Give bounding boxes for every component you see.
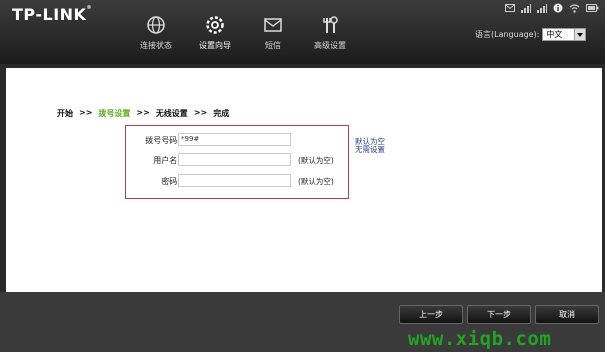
prev-button[interactable]: 上一步 [399, 305, 463, 324]
nav-sms[interactable]: 短信 [243, 14, 303, 51]
info-icon[interactable] [553, 3, 563, 13]
dial-number-input[interactable]: *99# [178, 133, 291, 146]
wifi-icon [569, 3, 580, 13]
tools-icon [323, 16, 338, 33]
mail-icon [505, 4, 515, 12]
globe-icon [147, 16, 165, 34]
form-row-password: 密码: (默认为空) [126, 174, 350, 188]
main-panel: 开始 >> 拨号设置 >> 无线设置 >> 完成 拨号号码: *99# 用户名:… [6, 68, 602, 292]
dial-number-label: 拨号号码: [145, 136, 180, 145]
nav-label: 短信 [265, 41, 281, 50]
battery-icon [586, 4, 599, 12]
envelope-icon [264, 18, 282, 32]
form-row-username: 用户名: (默认为空) [126, 153, 350, 167]
language-label: 语言(Language): [475, 30, 540, 39]
username-label: 用户名: [153, 156, 180, 165]
watermark: www.xiqb.com [408, 328, 552, 350]
dial-settings-form: 拨号号码: *99# 用户名: (默认为空) 密码: (默认为空) [125, 125, 349, 199]
nav-label: 设置向导 [199, 41, 231, 50]
nav-setup-wizard[interactable]: 设置向导 [185, 14, 245, 51]
bottom-bar: 上一步 下一步 取消 www.xiqb.com [0, 292, 605, 352]
tp-link-logo: TP-LINK® [12, 5, 92, 24]
breadcrumb-separator: >> [193, 108, 208, 117]
language-selector: 语言(Language): 中文 [475, 28, 587, 41]
breadcrumb: 开始 >> 拨号设置 >> 无线设置 >> 完成 [57, 108, 229, 119]
password-input[interactable] [178, 174, 291, 187]
breadcrumb-separator: >> [136, 108, 150, 117]
username-default-note: (默认为空) [298, 156, 334, 165]
next-button[interactable]: 下一步 [467, 305, 531, 324]
password-default-note: (默认为空) [298, 177, 334, 186]
nav-label: 高级设置 [314, 41, 346, 50]
breadcrumb-step-wireless-settings: 无线设置 [155, 109, 188, 118]
status-bar [505, 2, 599, 14]
nav-label: 连接状态 [140, 41, 172, 50]
chevron-down-icon[interactable] [574, 29, 586, 40]
breadcrumb-step-dial-settings: 拨号设置 [98, 109, 131, 118]
signal-icon [537, 3, 547, 13]
settings-icon [206, 16, 224, 34]
nav-advanced-settings[interactable]: 高级设置 [300, 14, 360, 51]
breadcrumb-step-finish: 完成 [213, 109, 230, 118]
cancel-button[interactable]: 取消 [535, 305, 599, 324]
top-header: TP-LINK® 连接状态 设置向导 短信 高级设置 语言(Language):… [0, 0, 605, 64]
language-select[interactable]: 中文 [542, 28, 587, 41]
username-input[interactable] [178, 153, 291, 166]
side-note-line: 无需设置 [355, 145, 385, 154]
form-row-dial-number: 拨号号码: *99# [126, 133, 350, 147]
nav-connection-status[interactable]: 连接状态 [126, 14, 186, 51]
side-note: 默认为空 无需设置 [355, 138, 385, 154]
signal-icon [521, 3, 531, 13]
breadcrumb-step-start: 开始 [57, 109, 73, 118]
breadcrumb-separator: >> [79, 108, 93, 117]
